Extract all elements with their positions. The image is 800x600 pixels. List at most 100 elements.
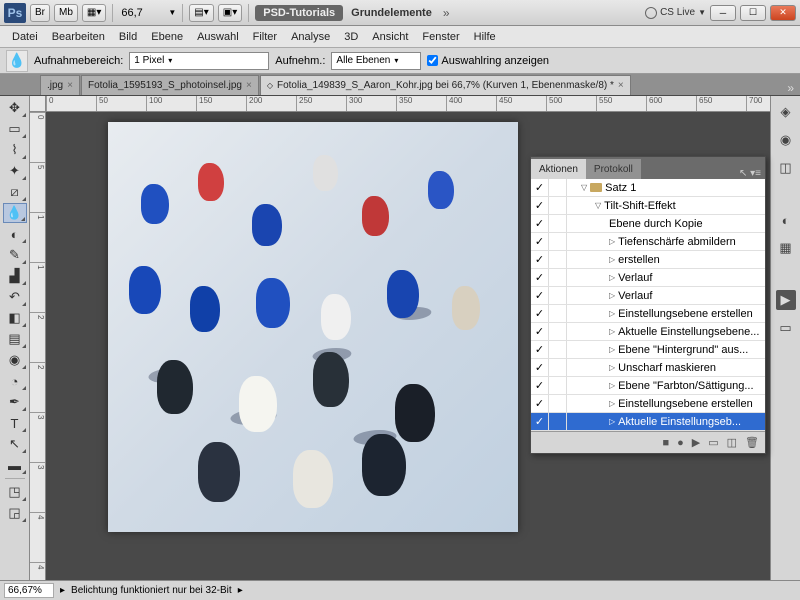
- zoom-level[interactable]: 66,7: [119, 7, 164, 19]
- dialog-toggle[interactable]: [549, 305, 567, 322]
- workspace-label[interactable]: PSD-Tutorials: [255, 5, 343, 21]
- toggle-check[interactable]: ✓: [531, 395, 549, 412]
- dialog-toggle[interactable]: [549, 197, 567, 214]
- dialog-toggle[interactable]: [549, 359, 567, 376]
- menu-bild[interactable]: Bild: [113, 28, 143, 46]
- bridge-button[interactable]: Br: [30, 4, 50, 22]
- action-row[interactable]: ✓▷Ebene "Hintergrund" aus...: [531, 341, 765, 359]
- toggle-check[interactable]: ✓: [531, 305, 549, 322]
- action-row[interactable]: ✓Ebene durch Kopie: [531, 215, 765, 233]
- actions-panel-icon[interactable]: ▶: [776, 290, 796, 310]
- action-row[interactable]: ✓▷Verlauf: [531, 287, 765, 305]
- new-action-button[interactable]: ◫: [727, 436, 737, 449]
- toggle-check[interactable]: ✓: [531, 413, 549, 430]
- path-tool[interactable]: ↖: [3, 434, 27, 454]
- dialog-toggle[interactable]: [549, 341, 567, 358]
- action-row[interactable]: ✓▷Ebene "Farbton/Sättigung...: [531, 377, 765, 395]
- toggle-check[interactable]: ✓: [531, 341, 549, 358]
- action-row[interactable]: ✓▷Verlauf: [531, 269, 765, 287]
- dialog-toggle[interactable]: [549, 251, 567, 268]
- menu-ebene[interactable]: Ebene: [145, 28, 189, 46]
- toggle-check[interactable]: ✓: [531, 287, 549, 304]
- menu-fenster[interactable]: Fenster: [416, 28, 465, 46]
- maximize-button[interactable]: ☐: [740, 5, 766, 21]
- action-row[interactable]: ✓▽Satz 1: [531, 179, 765, 197]
- move-tool[interactable]: ✥: [3, 98, 27, 118]
- close-button[interactable]: ✕: [770, 5, 796, 21]
- wand-tool[interactable]: ✦: [3, 161, 27, 181]
- vertical-ruler[interactable]: 0511223344: [30, 112, 46, 580]
- marquee-tool[interactable]: ▭: [3, 119, 27, 139]
- close-tab-icon[interactable]: ×: [618, 80, 624, 91]
- dialog-toggle[interactable]: [549, 413, 567, 430]
- channels-panel-icon[interactable]: ◉: [776, 130, 796, 150]
- sample-dropdown[interactable]: Alle Ebenen: [331, 52, 421, 70]
- view-extras-button[interactable]: ▦▾: [82, 4, 106, 22]
- dialog-toggle[interactable]: [549, 233, 567, 250]
- action-row[interactable]: ✓▷Unscharf maskieren: [531, 359, 765, 377]
- 3d-tool[interactable]: ◳: [3, 482, 27, 502]
- actions-list[interactable]: ✓▽Satz 1✓▽Tilt-Shift-Effekt✓Ebene durch …: [531, 179, 765, 431]
- sample-size-dropdown[interactable]: 1 Pixel: [129, 52, 269, 70]
- brush-tool[interactable]: ✎: [3, 245, 27, 265]
- document-tab[interactable]: Fotolia_1595193_S_photoinsel.jpg×: [81, 75, 259, 95]
- eyedropper-tool[interactable]: 💧: [3, 203, 27, 223]
- stop-button[interactable]: ■: [662, 437, 669, 449]
- delete-button[interactable]: 🗑: [745, 436, 759, 449]
- panel-menu-icon[interactable]: ↖ ▾≡: [735, 168, 765, 179]
- dropdown-icon[interactable]: ▼: [168, 8, 176, 17]
- eraser-tool[interactable]: ◧: [3, 308, 27, 328]
- menu-ansicht[interactable]: Ansicht: [366, 28, 414, 46]
- dialog-toggle[interactable]: [549, 287, 567, 304]
- layers-panel-icon[interactable]: ◈: [776, 102, 796, 122]
- status-zoom[interactable]: 66,67%: [4, 583, 54, 598]
- toggle-check[interactable]: ✓: [531, 215, 549, 232]
- action-row[interactable]: ✓▷erstellen: [531, 251, 765, 269]
- menu-analyse[interactable]: Analyse: [285, 28, 336, 46]
- menu-datei[interactable]: Datei: [6, 28, 44, 46]
- crop-tool[interactable]: ⧄: [3, 182, 27, 202]
- new-set-button[interactable]: ▭: [708, 436, 718, 449]
- 3d-camera-tool[interactable]: ◲: [3, 503, 27, 523]
- more-tabs-icon[interactable]: »: [781, 81, 800, 95]
- gradient-tool[interactable]: ▤: [3, 329, 27, 349]
- toggle-check[interactable]: ✓: [531, 197, 549, 214]
- close-tab-icon[interactable]: ×: [246, 80, 252, 91]
- action-row[interactable]: ✓▷Aktuelle Einstellungseb...: [531, 413, 765, 431]
- dialog-toggle[interactable]: [549, 323, 567, 340]
- close-tab-icon[interactable]: ×: [67, 80, 73, 91]
- pen-tool[interactable]: ✒: [3, 392, 27, 412]
- document-tab[interactable]: .jpg×: [40, 75, 80, 95]
- menu-bearbeiten[interactable]: Bearbeiten: [46, 28, 111, 46]
- dialog-toggle[interactable]: [549, 377, 567, 394]
- menu-hilfe[interactable]: Hilfe: [468, 28, 502, 46]
- lasso-tool[interactable]: ⌇: [3, 140, 27, 160]
- adjustments-panel-icon[interactable]: ◐: [776, 210, 796, 230]
- history-panel-icon[interactable]: ▭: [776, 318, 796, 338]
- workspace-name[interactable]: Grundelemente: [347, 7, 436, 19]
- healing-brush-tool[interactable]: ◐: [3, 224, 27, 244]
- menu-filter[interactable]: Filter: [247, 28, 283, 46]
- dialog-toggle[interactable]: [549, 179, 567, 196]
- shape-tool[interactable]: ▬: [3, 455, 27, 475]
- protocol-tab[interactable]: Protokoll: [586, 159, 641, 179]
- ruler-origin[interactable]: [30, 96, 46, 112]
- arrange-button[interactable]: ▤▾: [189, 4, 213, 22]
- action-row[interactable]: ✓▽Tilt-Shift-Effekt: [531, 197, 765, 215]
- record-button[interactable]: ●: [677, 437, 684, 449]
- styles-panel-icon[interactable]: ▦: [776, 238, 796, 258]
- history-brush-tool[interactable]: ↶: [3, 287, 27, 307]
- eyedropper-tool-icon[interactable]: 💧: [6, 50, 28, 72]
- dialog-toggle[interactable]: [549, 215, 567, 232]
- toggle-check[interactable]: ✓: [531, 377, 549, 394]
- action-row[interactable]: ✓▷Tiefenschärfe abmildern: [531, 233, 765, 251]
- action-row[interactable]: ✓▷Aktuelle Einstellungsebene...: [531, 323, 765, 341]
- minibridge-button[interactable]: Mb: [54, 4, 78, 22]
- document-canvas[interactable]: [108, 122, 518, 532]
- stamp-tool[interactable]: ▟: [3, 266, 27, 286]
- dialog-toggle[interactable]: [549, 269, 567, 286]
- checkbox-icon[interactable]: [427, 55, 438, 66]
- menu-auswahl[interactable]: Auswahl: [191, 28, 245, 46]
- action-row[interactable]: ✓▷Einstellungsebene erstellen: [531, 395, 765, 413]
- toggle-check[interactable]: ✓: [531, 269, 549, 286]
